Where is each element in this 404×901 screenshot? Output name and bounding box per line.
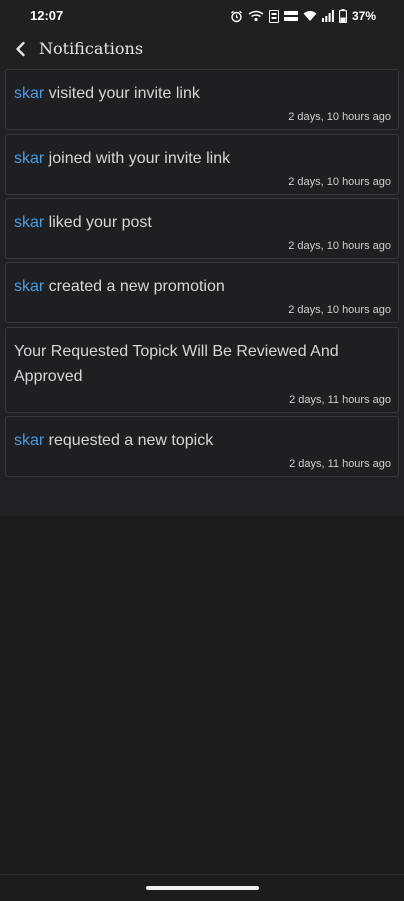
notification-time: 2 days, 11 hours ago xyxy=(289,394,391,406)
page-title: Notifications xyxy=(39,39,144,58)
status-time: 12:07 xyxy=(30,8,64,23)
notification-message: skar requested a new topick xyxy=(14,428,392,453)
user-link[interactable]: skar xyxy=(14,150,44,167)
notification-time: 2 days, 10 hours ago xyxy=(288,176,391,188)
alarm-icon xyxy=(230,10,243,23)
notification-item[interactable]: skar visited your invite link 2 days, 10… xyxy=(5,69,399,130)
user-link[interactable]: skar xyxy=(14,432,44,449)
notification-text: liked your post xyxy=(44,214,152,231)
wifi-icon xyxy=(303,10,317,22)
notification-time: 2 days, 11 hours ago xyxy=(289,458,391,470)
notification-message: skar visited your invite link xyxy=(14,81,392,106)
notification-text: joined with your invite link xyxy=(44,150,231,167)
volte-icon xyxy=(268,9,279,23)
notification-item[interactable]: Your Requested Topick Will Be Reviewed A… xyxy=(5,327,399,413)
signal-icon xyxy=(321,10,334,22)
notification-text: Your Requested Topick Will Be Reviewed A… xyxy=(14,343,339,385)
data-rate-icon xyxy=(283,10,298,23)
notification-text: visited your invite link xyxy=(44,85,200,102)
wifi-calling-icon xyxy=(248,10,264,22)
notification-item[interactable]: skar created a new promotion 2 days, 10 … xyxy=(5,262,399,323)
status-bar: 12:07 37% xyxy=(0,0,404,32)
notification-time: 2 days, 10 hours ago xyxy=(288,240,391,252)
notification-message: skar created a new promotion xyxy=(14,274,392,299)
battery-percentage: 37% xyxy=(351,9,376,23)
notification-item[interactable]: skar requested a new topick 2 days, 11 h… xyxy=(5,416,399,477)
notification-message: Your Requested Topick Will Be Reviewed A… xyxy=(14,339,392,389)
notification-item[interactable]: skar liked your post 2 days, 10 hours ag… xyxy=(5,198,399,259)
user-link[interactable]: skar xyxy=(14,278,44,295)
notification-list: skar visited your invite link 2 days, 10… xyxy=(0,66,404,516)
notification-message: skar liked your post xyxy=(14,210,392,235)
notification-message: skar joined with your invite link xyxy=(14,146,392,171)
status-icons: 37% xyxy=(230,6,376,26)
back-arrow-icon[interactable] xyxy=(10,38,32,60)
notification-time: 2 days, 10 hours ago xyxy=(288,111,391,123)
user-link[interactable]: skar xyxy=(14,85,44,102)
notification-text: created a new promotion xyxy=(44,278,225,295)
user-link[interactable]: skar xyxy=(14,214,44,231)
notification-time: 2 days, 10 hours ago xyxy=(288,304,391,316)
battery-icon xyxy=(338,9,347,23)
navigation-bar xyxy=(0,874,404,901)
home-indicator[interactable] xyxy=(146,886,259,890)
notification-text: requested a new topick xyxy=(44,432,214,449)
app-bar: Notifications xyxy=(0,32,404,67)
notification-item[interactable]: skar joined with your invite link 2 days… xyxy=(5,134,399,195)
